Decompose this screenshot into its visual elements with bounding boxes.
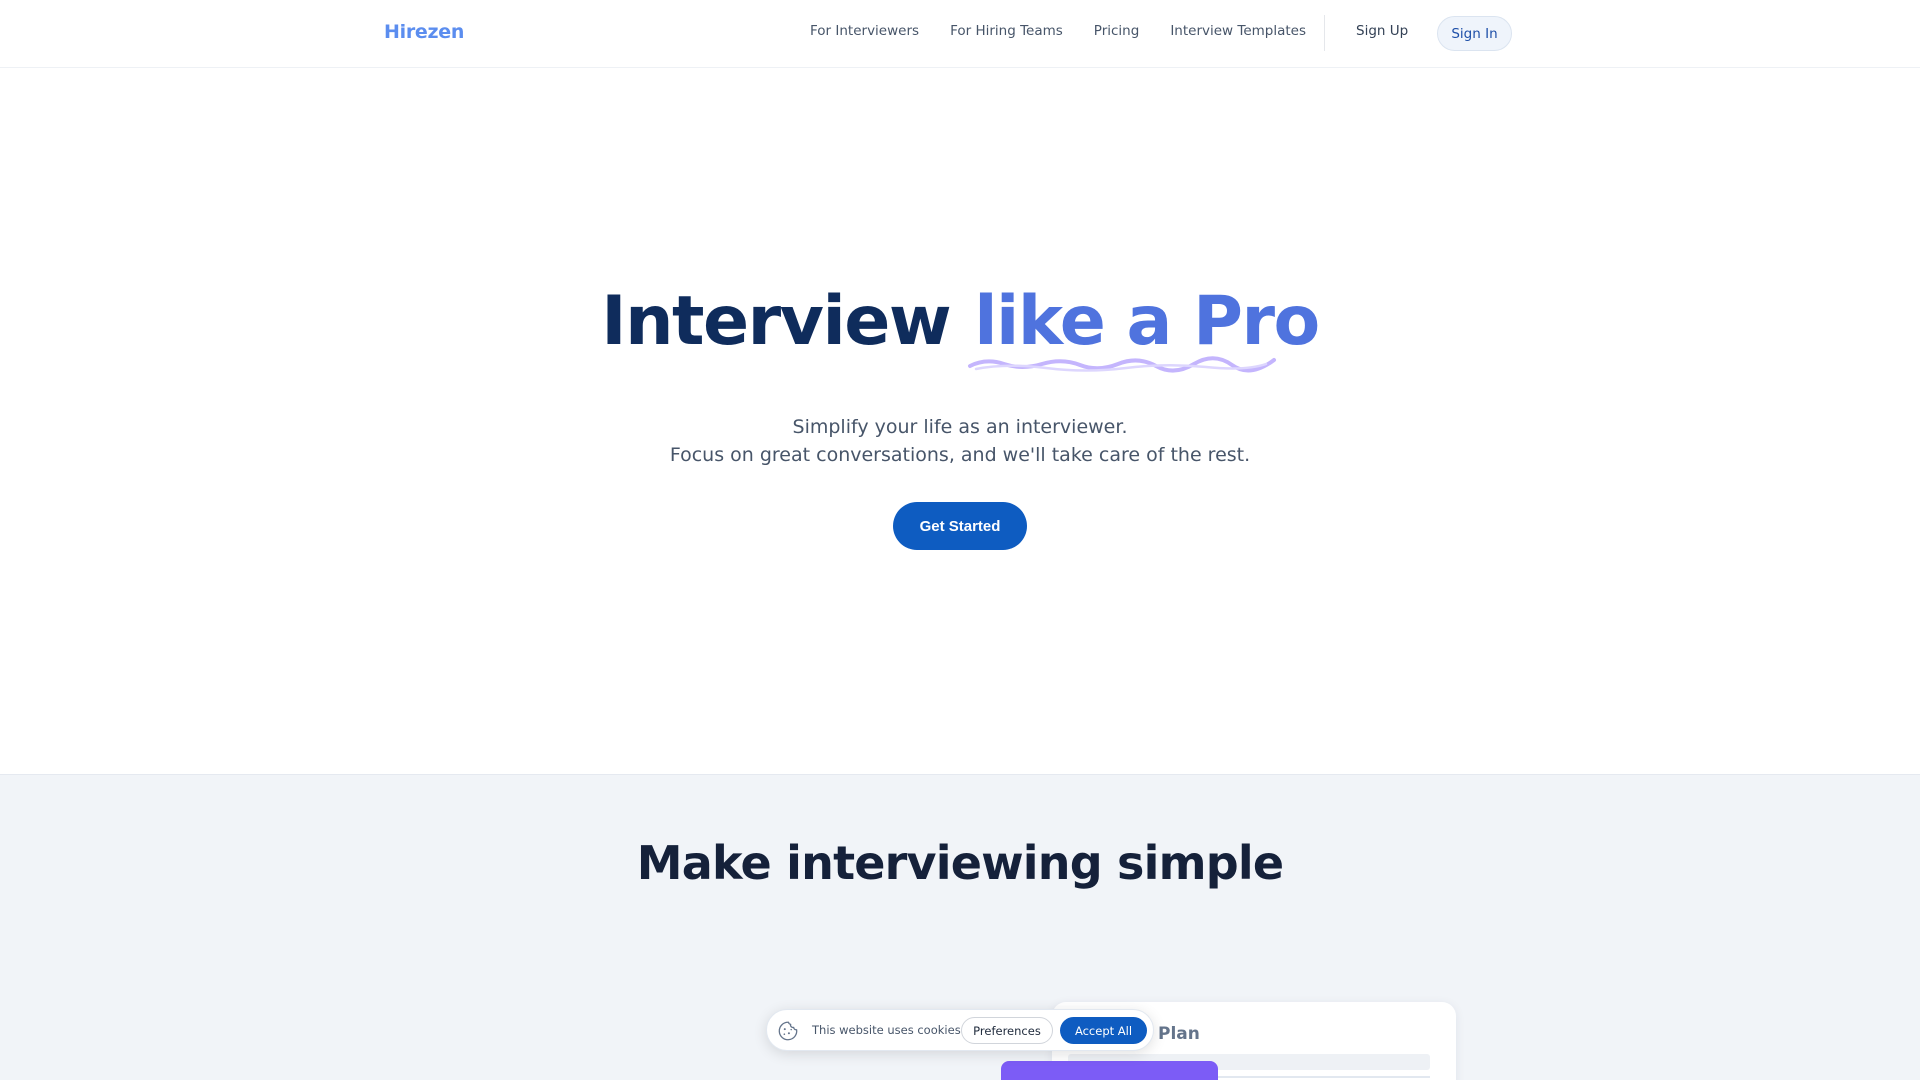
cookie-text: This website uses cookies bbox=[812, 1023, 961, 1037]
nav-link-for-hiring-teams[interactable]: For Hiring Teams bbox=[950, 23, 1063, 39]
hero-subtitle-line2: Focus on great conversations, and we'll … bbox=[669, 444, 1251, 466]
hero-title: Interview like a Pro bbox=[0, 288, 1920, 356]
get-started-button[interactable]: Get Started bbox=[893, 502, 1027, 550]
underline-squiggle-icon bbox=[968, 356, 1276, 373]
cookie-banner: This website uses cookies Preferences Ac… bbox=[766, 1009, 1154, 1051]
top-navbar: Hirezen For Interviewers For Hiring Team… bbox=[0, 0, 1920, 68]
sign-in-button[interactable]: Sign In bbox=[1437, 16, 1512, 51]
logo[interactable]: Hirezen bbox=[384, 21, 464, 43]
hero-subtitle-line1: Simplify your life as an interviewer. bbox=[792, 416, 1128, 438]
cookie-accept-all-button[interactable]: Accept All bbox=[1060, 1017, 1147, 1044]
nav-link-pricing[interactable]: Pricing bbox=[1094, 23, 1140, 39]
nav-link-for-interviewers[interactable]: For Interviewers bbox=[810, 23, 919, 39]
nav-links: For Interviewers For Hiring Teams Pricin… bbox=[810, 23, 1337, 39]
sign-up-link[interactable]: Sign Up bbox=[1356, 23, 1408, 39]
hero-title-accent: like a Pro bbox=[974, 282, 1320, 361]
section-title: Make interviewing simple bbox=[636, 836, 1284, 890]
preview-card-title: Plan bbox=[1158, 1024, 1200, 1044]
nav-link-interview-templates[interactable]: Interview Templates bbox=[1170, 23, 1306, 39]
cookie-preferences-button[interactable]: Preferences bbox=[961, 1017, 1053, 1044]
nav-divider bbox=[1324, 15, 1325, 51]
hero-title-plain: Interview bbox=[601, 282, 951, 361]
cookie-icon bbox=[778, 1021, 798, 1041]
preview-purple-tab bbox=[1001, 1061, 1218, 1080]
